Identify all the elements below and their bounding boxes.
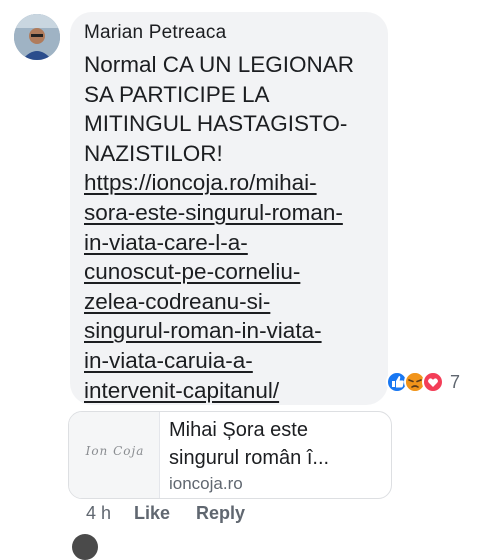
comment-timestamp[interactable]: 4 h: [86, 503, 111, 524]
comment-bubble: Marian Petreaca Normal CA UN LEGIONAR SA…: [70, 12, 388, 405]
love-reaction-icon: [422, 371, 444, 393]
comment-link-line[interactable]: in-viata-caruia-a-: [84, 346, 384, 376]
comment-link-line[interactable]: sora-este-singurul-roman-: [84, 198, 384, 228]
ion-coja-logo: Ion Coja: [85, 444, 145, 458]
comment-text-line: MITINGUL HASTAGISTO-: [84, 111, 348, 137]
link-preview-domain: ioncoja.ro: [169, 474, 243, 493]
like-button[interactable]: Like: [134, 503, 170, 524]
comment-body: Normal CA UN LEGIONAR SA PARTICIPE LA MI…: [84, 50, 384, 405]
comment-text-line: SA PARTICIPE LA: [84, 81, 270, 107]
comment-link-line[interactable]: zelea-codreanu-si-: [84, 287, 384, 317]
link-preview-title-line: singurul român î...: [169, 447, 330, 469]
reaction-count: 7: [450, 372, 461, 392]
link-preview-title-line: Mihai Șora este: [169, 419, 308, 441]
comment-author-name[interactable]: Marian Petreaca: [84, 22, 226, 44]
comment-link-line[interactable]: cunoscut-pe-corneliu-: [84, 257, 384, 287]
comment-link-line[interactable]: intervenit-capitanul/: [84, 376, 384, 406]
commenter-avatar[interactable]: [14, 14, 60, 60]
link-preview-card[interactable]: Ion Coja Mihai Șora este singurul român …: [68, 411, 392, 499]
reaction-icons: [386, 371, 444, 393]
next-comment-avatar[interactable]: [72, 534, 98, 560]
comment-text-line: NAZISTILOR!: [84, 140, 223, 166]
reply-button[interactable]: Reply: [196, 503, 245, 524]
comment-link-line[interactable]: in-viata-care-l-a-: [84, 228, 384, 258]
link-preview-thumbnail: Ion Coja: [69, 412, 160, 498]
comment-link-line[interactable]: https://ioncoja.ro/mihai-: [84, 168, 384, 198]
link-preview-title: Mihai Șora este singurul român î...: [169, 416, 384, 472]
avatar-photo: [14, 14, 60, 60]
reactions-summary[interactable]: 7: [386, 371, 466, 393]
comment-link-line[interactable]: singurul-roman-in-viata-: [84, 316, 384, 346]
comment-text-line: Normal CA UN LEGIONAR: [84, 52, 355, 77]
